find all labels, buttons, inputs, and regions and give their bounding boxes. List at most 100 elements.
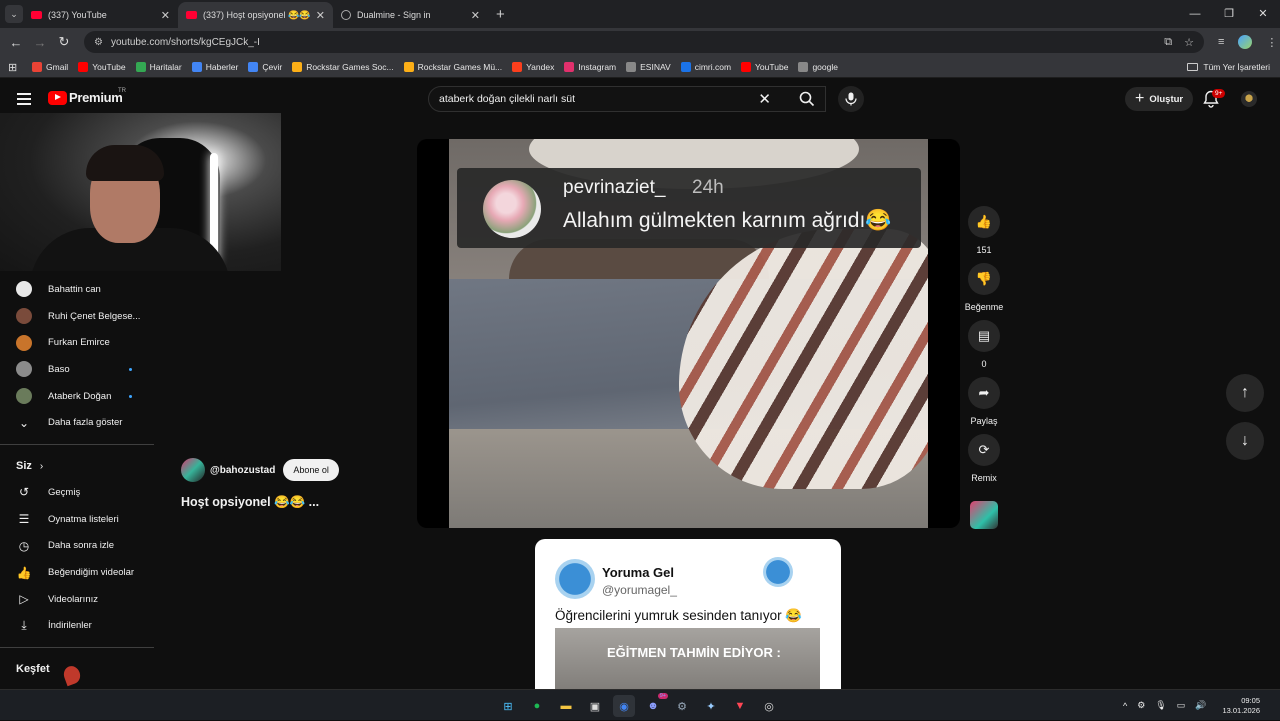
site-info-icon[interactable]: ⚙ xyxy=(94,37,103,48)
you-item[interactable]: ↺ Geçmiş xyxy=(0,479,154,506)
spotify-icon[interactable]: ● xyxy=(526,695,548,717)
close-window-icon[interactable]: ✕ xyxy=(1246,0,1280,28)
close-tab-icon[interactable]: ✕ xyxy=(471,9,480,22)
youtube-premium-logo[interactable]: Premium TR xyxy=(48,88,126,105)
valorant-icon[interactable]: ▼ xyxy=(729,695,751,717)
sound-thumbnail[interactable] xyxy=(970,501,998,529)
bookmark-item[interactable]: Rockstar Games Soc... xyxy=(292,61,394,72)
thumbs-up-icon[interactable]: 👍 xyxy=(968,206,1000,238)
share-icon[interactable]: ➦ xyxy=(968,377,1000,409)
tab-dualmine[interactable]: Dualmine - Sign in ✕ xyxy=(333,2,488,28)
profile-avatar[interactable] xyxy=(1238,35,1253,49)
store-icon[interactable]: ▣ xyxy=(584,695,606,717)
bookmark-item[interactable]: Instagram xyxy=(564,61,617,72)
subscription-item[interactable]: Furkan Emirce xyxy=(0,329,154,356)
share-action[interactable]: ➦ Paylaş xyxy=(963,377,1005,426)
battlenet-icon[interactable]: ✦ xyxy=(700,695,722,717)
bookmark-item[interactable]: Yandex xyxy=(512,61,554,72)
you-item[interactable]: 👍 Beğendiğim videolar xyxy=(0,559,154,586)
tab-search-button[interactable]: ⌄ xyxy=(5,5,23,23)
clock[interactable]: 09:05 13.01.2026 xyxy=(1222,696,1260,716)
back-icon[interactable]: ← xyxy=(4,35,28,50)
you-item[interactable]: ☰ Oynatma listeleri xyxy=(0,506,154,533)
bookmark-item[interactable]: ESINAV xyxy=(626,61,671,72)
like-action[interactable]: 👍 151 xyxy=(963,206,1005,255)
arrow-down-icon[interactable]: ↓ xyxy=(1226,422,1264,460)
bookmark-item[interactable]: Rockstar Games Mü... xyxy=(403,61,502,72)
channel-name[interactable]: @bahozustad xyxy=(210,465,275,476)
chrome-icon[interactable]: ◉ xyxy=(613,695,635,717)
steam-icon[interactable]: ⚙ xyxy=(671,695,693,717)
account-avatar[interactable] xyxy=(1241,91,1257,107)
comment-icon[interactable]: ▤ xyxy=(968,320,1000,352)
install-app-icon[interactable]: ⧉ xyxy=(1164,36,1172,49)
subscription-item[interactable]: Bahattin can xyxy=(0,276,154,303)
discord-icon[interactable]: ☻ 9+ xyxy=(642,693,668,717)
bookmark-item[interactable]: cimri.com xyxy=(680,61,731,72)
you-item[interactable]: ▷ Videolarınız xyxy=(0,586,154,613)
short-title[interactable]: Hoşt opsiyonel 😂😂 ... xyxy=(181,495,319,510)
subscribe-button[interactable]: Abone ol xyxy=(283,459,339,481)
subscription-label: Ruhi Çenet Belgese... xyxy=(48,310,141,322)
all-bookmarks[interactable]: Tüm Yer İşaretleri xyxy=(1187,56,1270,78)
bookmark-label: Instagram xyxy=(578,61,617,72)
tab-current-short[interactable]: (337) Hoşt opsiyonel 😂😂 ✕ xyxy=(178,2,333,28)
thumbs-down-icon[interactable]: 👎 xyxy=(968,263,1000,295)
address-bar[interactable]: ⚙ youtube.com/shorts/kgCEgJCk_-I ⧉ ☆ xyxy=(84,31,1204,53)
volume-icon[interactable]: 🔊 xyxy=(1195,700,1206,711)
close-tab-icon[interactable]: ✕ xyxy=(316,9,325,22)
subscription-item[interactable]: Ataberk Doğan xyxy=(0,383,154,410)
file-explorer-icon[interactable]: ▬ xyxy=(555,695,577,717)
minimize-icon[interactable]: — xyxy=(1178,0,1212,28)
close-tab-icon[interactable]: ✕ xyxy=(161,9,170,22)
mic-tray-icon[interactable]: 🎙 xyxy=(1155,700,1166,711)
arrow-up-icon[interactable]: ↑ xyxy=(1226,374,1264,412)
show-more-button[interactable]: ⌄ Daha fazla göster xyxy=(0,409,154,436)
start-menu-icon[interactable]: ⊞ xyxy=(497,695,519,717)
tab-youtube-home[interactable]: (337) YouTube ✕ xyxy=(23,2,178,28)
bookmark-star-icon[interactable]: ☆ xyxy=(1184,36,1194,49)
apps-grid-icon[interactable]: ⊞ xyxy=(8,61,20,74)
remix-icon[interactable]: ⟳ xyxy=(968,434,1000,466)
obs-icon[interactable]: ◎ xyxy=(758,695,780,717)
forward-icon[interactable]: → xyxy=(28,35,52,50)
you-section-header[interactable]: Siz › xyxy=(0,453,154,479)
bookmark-item[interactable]: Haritalar xyxy=(135,61,182,72)
restore-icon[interactable]: ❐ xyxy=(1212,0,1246,28)
media-icon[interactable]: ≡ xyxy=(1218,36,1224,48)
you-item[interactable]: ◷ Daha sonra izle xyxy=(0,533,154,560)
bookmark-item[interactable]: Gmail xyxy=(32,61,68,72)
bookmark-label: Haberler xyxy=(205,61,239,72)
network-icon[interactable]: ▭ xyxy=(1177,700,1186,711)
bookmark-item[interactable]: YouTube xyxy=(78,61,126,72)
search-button[interactable] xyxy=(788,86,826,112)
steam-tray-icon[interactable]: ⚙ xyxy=(1137,700,1145,711)
you-item[interactable]: ⤓ İndirilenler xyxy=(0,613,154,640)
bookmark-item[interactable]: YouTube xyxy=(741,61,788,72)
search-input[interactable]: ataberk doğan çilekli narlı süt ✕ xyxy=(428,86,826,112)
bookmark-favicon-icon xyxy=(248,61,259,72)
bookmark-item[interactable]: Haberler xyxy=(191,61,239,72)
bookmark-item[interactable]: google xyxy=(798,61,838,72)
tray-overflow-icon[interactable]: ^ xyxy=(1123,701,1127,711)
subscription-item[interactable]: Ruhi Çenet Belgese... xyxy=(0,303,154,330)
chrome-menu-icon[interactable]: ⋮ xyxy=(1266,36,1277,49)
next-short-text: Öğrencilerini yumruk sesinden tanıyor 😂 xyxy=(555,608,803,623)
clear-search-icon[interactable]: ✕ xyxy=(758,90,771,108)
next-short-preview[interactable]: Yoruma Gel @yorumagel_ Öğrencilerini yum… xyxy=(535,539,841,689)
channel-avatar[interactable] xyxy=(181,458,205,482)
dislike-action[interactable]: 👎 Beğenme xyxy=(963,263,1005,312)
menu-icon[interactable] xyxy=(17,93,31,108)
reload-icon[interactable]: ↻ xyxy=(52,34,76,50)
bookmark-item[interactable]: Çevir xyxy=(248,61,282,72)
comment-time: 24h xyxy=(692,177,724,198)
comments-action[interactable]: ▤ 0 xyxy=(963,320,1005,369)
next-short-handle: @yorumagel_ xyxy=(602,583,677,597)
new-tab-icon[interactable]: + xyxy=(496,6,505,23)
subscription-item[interactable]: Baso xyxy=(0,356,154,383)
remix-action[interactable]: ⟳ Remix xyxy=(963,434,1005,483)
shorts-navigation: ↑ ↓ xyxy=(1226,374,1264,470)
voice-search-button[interactable] xyxy=(838,86,864,112)
shorts-player[interactable]: pevrinaziet_ 24h Allahım gülmekten karnı… xyxy=(417,139,960,528)
create-button[interactable]: + Oluştur xyxy=(1125,87,1194,111)
